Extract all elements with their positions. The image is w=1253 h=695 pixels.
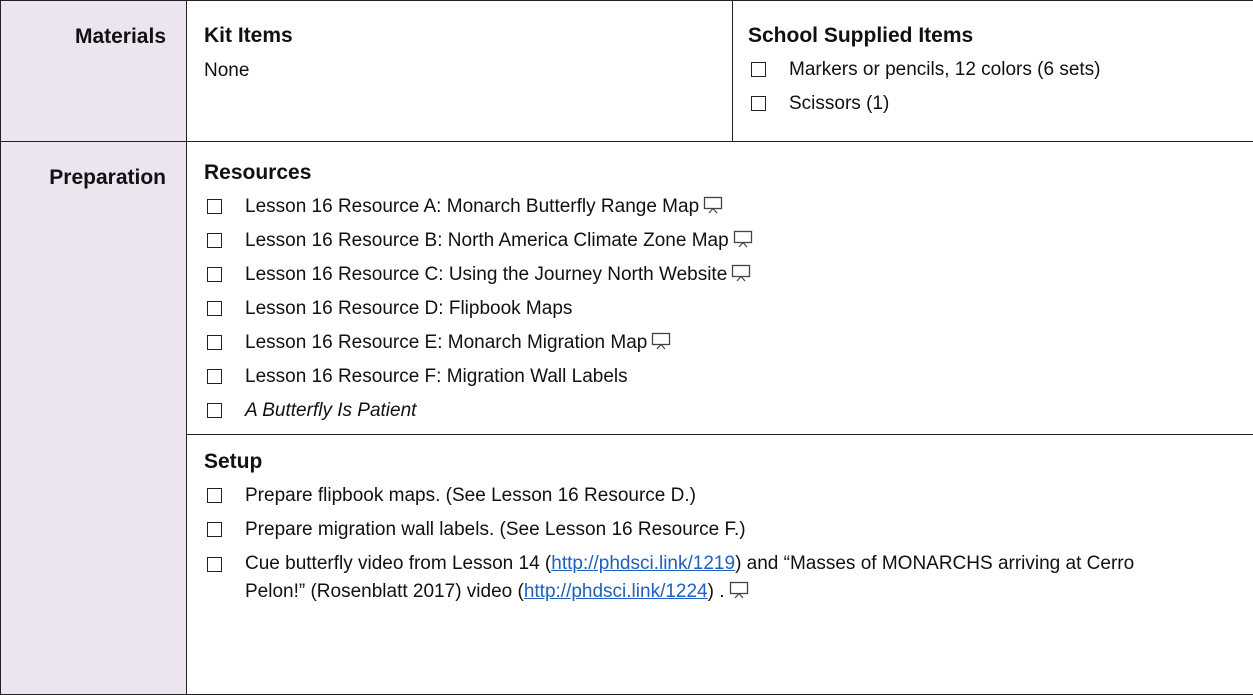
school-supplied-cell: School Supplied Items Markers or pencils… xyxy=(733,1,1253,142)
checkbox-icon[interactable] xyxy=(207,267,222,282)
kit-items-heading: Kit Items xyxy=(204,19,714,53)
materials-label: Materials xyxy=(1,1,187,142)
kit-items-cell: Kit Items None xyxy=(187,1,733,142)
kit-items-text: None xyxy=(204,57,714,85)
list-item[interactable]: Prepare flipbook maps. (See Lesson 16 Re… xyxy=(204,479,1235,513)
checkbox-icon[interactable] xyxy=(751,62,766,77)
presentation-screen-icon xyxy=(703,196,723,214)
setup-heading: Setup xyxy=(204,445,1235,479)
list-item[interactable]: Lesson 16 Resource D: Flipbook Maps xyxy=(204,292,1235,326)
video-link-monarchs[interactable]: http://phdsci.link/1224 xyxy=(524,581,708,602)
presentation-screen-icon xyxy=(731,264,751,282)
list-item[interactable]: Lesson 16 Resource B: North America Clim… xyxy=(204,224,1235,258)
list-item[interactable]: A Butterfly Is Patient xyxy=(204,394,1235,428)
checkbox-icon[interactable] xyxy=(207,301,222,316)
checkbox-icon[interactable] xyxy=(207,233,222,248)
presentation-screen-icon xyxy=(729,581,749,599)
lesson-materials-table: Materials Kit Items None School Supplied… xyxy=(0,0,1253,695)
resources-heading: Resources xyxy=(204,156,1235,190)
checkbox-icon[interactable] xyxy=(207,403,222,418)
list-item[interactable]: Lesson 16 Resource C: Using the Journey … xyxy=(204,258,1235,292)
checkbox-icon[interactable] xyxy=(207,488,222,503)
checkbox-icon[interactable] xyxy=(207,369,222,384)
list-item[interactable]: Prepare migration wall labels. (See Less… xyxy=(204,513,1235,547)
video-link-lesson-14[interactable]: http://phdsci.link/1219 xyxy=(551,553,735,574)
list-item[interactable]: Lesson 16 Resource A: Monarch Butterfly … xyxy=(204,190,1235,224)
presentation-screen-icon xyxy=(733,230,753,248)
resources-section: Resources Lesson 16 Resource A: Monarch … xyxy=(187,142,1253,434)
list-item[interactable]: Cue butterfly video from Lesson 14 (http… xyxy=(204,550,1235,606)
checkbox-icon[interactable] xyxy=(207,522,222,537)
school-items-heading: School Supplied Items xyxy=(748,19,1235,53)
list-item[interactable]: Markers or pencils, 12 colors (6 sets) xyxy=(748,53,1235,87)
list-item[interactable]: Lesson 16 Resource F: Migration Wall Lab… xyxy=(204,360,1235,394)
presentation-screen-icon xyxy=(651,332,671,350)
checkbox-icon[interactable] xyxy=(751,96,766,111)
list-item[interactable]: Lesson 16 Resource E: Monarch Migration … xyxy=(204,326,1235,360)
checkbox-icon[interactable] xyxy=(207,335,222,350)
list-item[interactable]: Scissors (1) xyxy=(748,87,1235,121)
preparation-label: Preparation xyxy=(1,142,187,695)
checkbox-icon[interactable] xyxy=(207,199,222,214)
checkbox-icon[interactable] xyxy=(207,557,222,572)
preparation-content: Resources Lesson 16 Resource A: Monarch … xyxy=(187,142,1253,695)
setup-section: Setup Prepare flipbook maps. (See Lesson… xyxy=(187,435,1253,608)
